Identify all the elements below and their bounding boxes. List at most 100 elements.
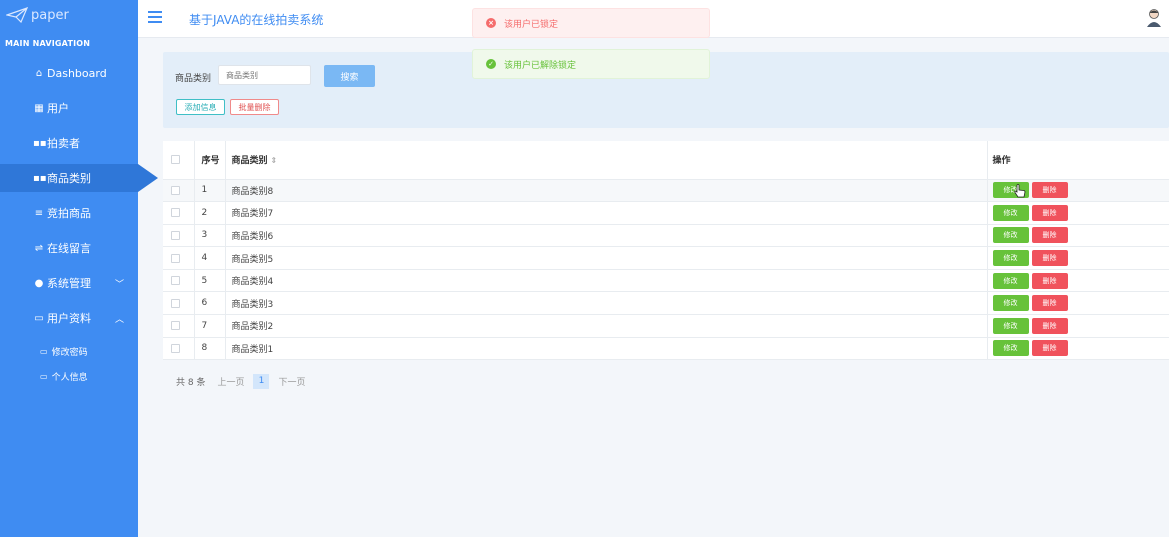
select-all-checkbox[interactable] (171, 155, 180, 165)
sidebar-item-label: 在线留言 (47, 242, 91, 255)
row-no: 3 (194, 224, 226, 248)
table-row: 4 商品类别5 修改 删除 (163, 246, 1169, 270)
delete-button[interactable]: 删除 (1031, 340, 1068, 357)
chevron-down-icon: ﹀ (114, 279, 124, 290)
sidebar-subitem-change-password[interactable]: ▭ 修改密码 (40, 345, 88, 358)
list-icon: ≡ (34, 207, 44, 219)
table-row: 6 商品类别3 修改 删除 (163, 291, 1169, 316)
chevron-up-icon: ︿ (114, 314, 124, 325)
row-category: 商品类别1 (225, 337, 988, 361)
row-no: 1 (194, 179, 226, 203)
grid-icon: ▪▪ (33, 137, 47, 149)
home-icon: ⌂ (35, 67, 43, 79)
row-checkbox[interactable] (171, 276, 180, 286)
table-row: 3 商品类别6 修改 删除 (163, 224, 1169, 248)
sidebar-item-dashboard[interactable]: ⌂ Dashboard (0, 59, 138, 87)
sidebar-item-profile[interactable]: ▭ 用户资料 ︿ (0, 304, 138, 332)
edit-button[interactable]: 修改 (992, 295, 1029, 312)
sidebar-item-label: 用户资料 (47, 312, 91, 325)
row-no: 5 (194, 269, 226, 293)
table-row: 5 商品类别4 修改 删除 (163, 269, 1169, 293)
active-indicator (138, 164, 158, 192)
app-title: 基于JAVA的在线拍卖系统 (189, 13, 324, 27)
sidebar-item-auction-goods[interactable]: ≡ 竞拍商品 (0, 199, 138, 227)
sidebar-subitem-personal-info[interactable]: ▭ 个人信息 (40, 370, 88, 383)
delete-button[interactable]: 删除 (1031, 317, 1068, 334)
sidebar-item-messages[interactable]: ⇌ 在线留言 (0, 234, 138, 262)
row-no: 2 (194, 201, 226, 225)
hand-cursor-icon (1014, 184, 1026, 198)
delete-button[interactable]: 删除 (1031, 182, 1068, 199)
sidebar-item-label: 竞拍商品 (47, 207, 91, 220)
edit-button[interactable]: 修改 (992, 317, 1029, 334)
table-row: 8 商品类别1 修改 删除 (163, 337, 1169, 361)
prev-page-button[interactable]: 上一页 (217, 375, 244, 388)
header-category-label: 商品类别 (231, 156, 268, 167)
card-icon: ▭ (34, 312, 44, 324)
total-count: 共 8 条 (176, 378, 206, 388)
delete-button[interactable]: 删除 (1031, 250, 1068, 267)
next-page-button[interactable]: 下一页 (278, 375, 305, 388)
success-toast: ✓ 该用户已解除锁定 (472, 49, 710, 79)
row-category: 商品类别6 (225, 224, 988, 248)
row-checkbox[interactable] (171, 185, 180, 195)
success-toast-text: 该用户已解除锁定 (504, 60, 577, 71)
folder-icon: ▭ (40, 347, 48, 356)
sidebar-subitem-label: 修改密码 (51, 348, 88, 358)
edit-button[interactable]: 修改 (992, 250, 1029, 267)
row-no: 4 (194, 246, 226, 270)
row-checkbox[interactable] (171, 208, 180, 218)
paper-plane-icon (6, 7, 28, 23)
row-category: 商品类别3 (225, 291, 988, 316)
table-row: 2 商品类别7 修改 删除 (163, 201, 1169, 225)
row-category: 商品类别4 (225, 269, 988, 293)
error-icon: × (486, 18, 496, 28)
row-checkbox[interactable] (171, 253, 180, 263)
sort-icon[interactable]: ⇕ (271, 156, 278, 165)
edit-button[interactable]: 修改 (992, 340, 1029, 357)
edit-button[interactable]: 修改 (992, 227, 1029, 244)
header-no: 序号 (194, 141, 226, 180)
sidebar-item-auctioneers[interactable]: ▪▪ 拍卖者 (0, 129, 138, 157)
pagination: 共 8 条 上一页 1 下一页 (176, 374, 305, 389)
category-label: 商品类别 (175, 74, 212, 84)
sidebar-item-label: 商品类别 (47, 172, 91, 185)
header-operation: 操作 (987, 141, 1169, 180)
sidebar-item-label: 系统管理 (47, 277, 91, 290)
delete-button[interactable]: 删除 (1031, 272, 1068, 289)
batch-delete-button[interactable]: 批量删除 (230, 99, 279, 115)
menu-toggle-icon[interactable] (148, 11, 162, 23)
delete-button[interactable]: 删除 (1031, 204, 1068, 221)
sidebar-item-label: 用户 (47, 102, 69, 115)
nav-heading: MAIN NAVIGATION (5, 39, 91, 48)
error-toast-text: 该用户已锁定 (504, 19, 559, 30)
edit-button[interactable]: 修改 (992, 272, 1029, 289)
user-icon: ● (34, 277, 44, 289)
category-table: 序号 商品类别 ⇕ 操作 1 商品类别8 修改 删除 2 商品类别7 修改 删除 3 商品类别6 修改… (163, 141, 1169, 361)
search-button[interactable]: 搜索 (324, 65, 375, 87)
header-category[interactable]: 商品类别 ⇕ (225, 141, 988, 180)
add-info-button[interactable]: 添加信息 (176, 99, 225, 115)
sidebar-subitem-label: 个人信息 (51, 373, 88, 383)
sidebar-item-users[interactable]: ▦ 用户 (0, 94, 138, 122)
page-number[interactable]: 1 (253, 374, 270, 389)
row-checkbox[interactable] (171, 298, 180, 308)
row-checkbox[interactable] (171, 321, 180, 331)
category-input[interactable] (218, 65, 311, 85)
row-checkbox[interactable] (171, 343, 180, 353)
sliders-icon: ⇌ (34, 242, 44, 254)
logo[interactable]: paper (0, 0, 138, 30)
sidebar: paper MAIN NAVIGATION ⌂ Dashboard ▦ 用户 ▪… (0, 0, 158, 537)
delete-button[interactable]: 删除 (1031, 227, 1068, 244)
row-category: 商品类别2 (225, 314, 988, 338)
sidebar-item-categories[interactable]: ▪▪ 商品类别 (0, 164, 158, 192)
folder-icon: ▭ (40, 372, 48, 381)
avatar[interactable] (1145, 8, 1163, 28)
delete-button[interactable]: 删除 (1031, 295, 1068, 312)
row-category: 商品类别7 (225, 201, 988, 225)
sidebar-item-system[interactable]: ● 系统管理 ﹀ (0, 269, 138, 297)
sidebar-item-label: Dashboard (47, 66, 107, 80)
row-checkbox[interactable] (171, 230, 180, 240)
edit-button[interactable]: 修改 (992, 204, 1029, 221)
row-category: 商品类别5 (225, 246, 988, 270)
